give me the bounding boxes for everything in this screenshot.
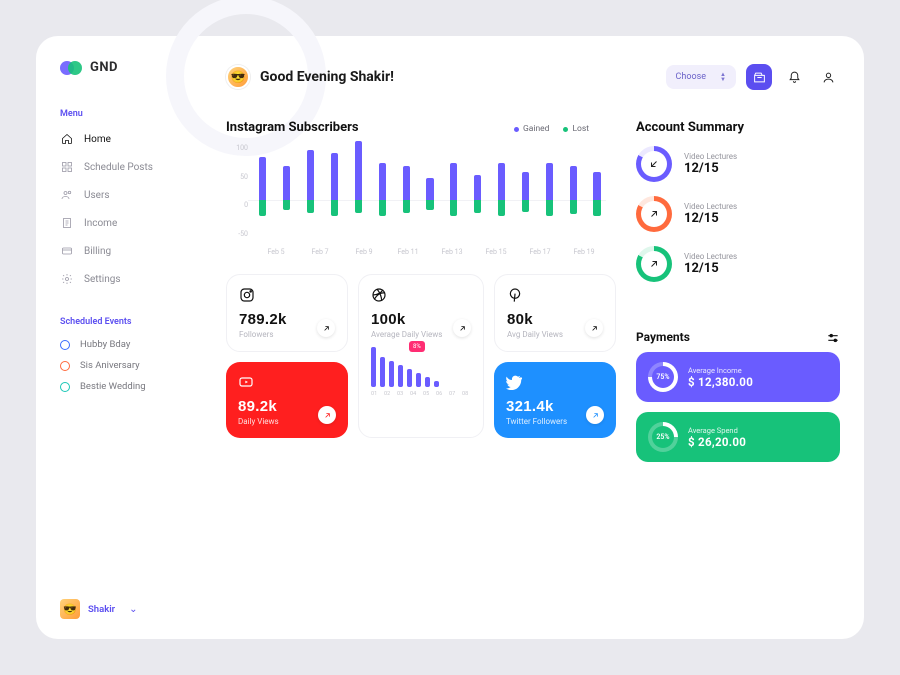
progress-ring-icon bbox=[636, 146, 672, 182]
payment-card-income[interactable]: 75% Average Income$ 12,380.00 bbox=[636, 352, 840, 402]
summary-label: Video Lectures bbox=[684, 202, 737, 211]
payment-label: Average Spend bbox=[688, 426, 746, 435]
summary-value: 12/15 bbox=[684, 161, 737, 176]
profile-name: Shakir bbox=[88, 604, 115, 615]
sidebar-item-schedule[interactable]: Schedule Posts bbox=[60, 157, 206, 177]
progress-ring-icon bbox=[636, 196, 672, 232]
summary-value: 12/15 bbox=[684, 211, 737, 226]
chart-bars bbox=[254, 144, 606, 238]
select-chevron-icon: ▲▼ bbox=[720, 72, 726, 82]
expand-icon[interactable] bbox=[453, 319, 471, 337]
event-item[interactable]: Sis Aniversary bbox=[60, 360, 206, 371]
mini-x-axis: 0102030405060708 bbox=[371, 391, 471, 397]
brand-name: GND bbox=[90, 60, 118, 75]
event-label: Bestie Wedding bbox=[80, 381, 146, 392]
nav-label: Home bbox=[84, 134, 111, 145]
payment-card-spend[interactable]: 25% Average Spend$ 26,20.00 bbox=[636, 412, 840, 462]
events-heading: Scheduled Events bbox=[60, 317, 206, 327]
profile-switcher[interactable]: 😎 Shakir ⌄ bbox=[60, 599, 138, 619]
event-label: Sis Aniversary bbox=[80, 360, 140, 371]
account-button[interactable] bbox=[816, 65, 840, 89]
subscribers-chart: 100500-50 Feb 5Feb 7Feb 9Feb 11Feb 13Feb… bbox=[226, 136, 606, 256]
sidebar-item-users[interactable]: Users bbox=[60, 185, 206, 205]
summary-label: Video Lectures bbox=[684, 152, 737, 161]
payments-cards: 75% Average Income$ 12,380.00 25% Averag… bbox=[636, 352, 840, 462]
nav-label: Users bbox=[84, 190, 110, 201]
trend-badge: 8% bbox=[409, 341, 425, 352]
expand-icon[interactable] bbox=[585, 319, 603, 337]
sidebar-item-billing[interactable]: Billing bbox=[60, 241, 206, 261]
notifications-button[interactable] bbox=[782, 65, 806, 89]
menu-heading: Menu bbox=[60, 109, 206, 119]
select-label: Choose bbox=[676, 72, 707, 82]
chart-title: Instagram Subscribers bbox=[226, 120, 359, 135]
logo-mark-icon bbox=[60, 61, 82, 75]
summary-row[interactable]: Video Lectures12/15 bbox=[636, 196, 836, 232]
payment-value: $ 26,20.00 bbox=[688, 435, 746, 449]
stat-card-youtube[interactable]: 89.2k Daily Views bbox=[226, 362, 348, 438]
brand-logo[interactable]: GND bbox=[60, 60, 206, 75]
home-icon bbox=[60, 132, 74, 146]
expand-icon[interactable] bbox=[317, 319, 335, 337]
nav-label: Settings bbox=[84, 274, 121, 285]
grid-icon bbox=[60, 160, 74, 174]
event-dot-icon bbox=[60, 340, 70, 350]
chevron-down-icon: ⌄ bbox=[129, 604, 137, 615]
pct-ring-icon: 25% bbox=[648, 422, 678, 452]
event-dot-icon bbox=[60, 361, 70, 371]
payments-title: Payments bbox=[636, 330, 690, 344]
sidebar-item-settings[interactable]: Settings bbox=[60, 269, 206, 289]
header: 😎 Good Evening Shakir! Choose ▲▼ bbox=[226, 60, 840, 94]
stat-card-pinterest[interactable]: 80k Avg Daily Views bbox=[494, 274, 616, 352]
twitter-icon bbox=[506, 374, 522, 390]
payment-label: Average Income bbox=[688, 366, 753, 375]
summary-title: Account Summary bbox=[636, 120, 744, 135]
users-icon bbox=[60, 188, 74, 202]
summary-value: 12/15 bbox=[684, 261, 737, 276]
summary-row[interactable]: Video Lectures12/15 bbox=[636, 146, 836, 182]
sidebar-item-income[interactable]: Income bbox=[60, 213, 206, 233]
compose-button[interactable] bbox=[746, 64, 772, 90]
card-icon bbox=[60, 244, 74, 258]
mini-bar-chart: 8% bbox=[371, 345, 471, 387]
account-summary: Video Lectures12/15 Video Lectures12/15 … bbox=[636, 146, 836, 282]
youtube-icon bbox=[238, 374, 254, 390]
expand-icon[interactable] bbox=[318, 406, 336, 424]
event-item[interactable]: Hubby Bday bbox=[60, 339, 206, 350]
stats-grid: 789.2k Followers 100k Average Daily View… bbox=[226, 274, 616, 438]
chart-x-axis: Feb 5Feb 7Feb 9Feb 11Feb 13Feb 15Feb 17F… bbox=[254, 248, 606, 256]
sidebar: GND Menu Home Schedule Posts Users Incom… bbox=[36, 36, 206, 639]
pct-ring-icon: 75% bbox=[648, 362, 678, 392]
event-item[interactable]: Bestie Wedding bbox=[60, 381, 206, 392]
avatar-icon[interactable]: 😎 bbox=[226, 65, 250, 89]
progress-ring-icon bbox=[636, 246, 672, 282]
avatar-sm-icon: 😎 bbox=[60, 599, 80, 619]
filter-select[interactable]: Choose ▲▼ bbox=[666, 65, 736, 89]
pinterest-icon bbox=[507, 287, 523, 303]
stat-card-dribbble[interactable]: 100k Average Daily Views 8% 010203040506… bbox=[358, 274, 484, 438]
greeting-text: Good Evening Shakir! bbox=[260, 69, 394, 85]
stat-card-instagram[interactable]: 789.2k Followers bbox=[226, 274, 348, 352]
chart-y-axis: 100500-50 bbox=[226, 144, 248, 238]
nav-label: Billing bbox=[84, 246, 111, 257]
instagram-icon bbox=[239, 287, 255, 303]
nav-label: Income bbox=[84, 218, 117, 229]
dribbble-icon bbox=[371, 287, 387, 303]
summary-row[interactable]: Video Lectures12/15 bbox=[636, 246, 836, 282]
nav-label: Schedule Posts bbox=[84, 162, 153, 173]
event-dot-icon bbox=[60, 382, 70, 392]
summary-label: Video Lectures bbox=[684, 252, 737, 261]
expand-icon[interactable] bbox=[586, 406, 604, 424]
filter-sliders-button[interactable] bbox=[826, 330, 840, 349]
stat-card-twitter[interactable]: 321.4k Twitter Followers bbox=[494, 362, 616, 438]
gear-icon bbox=[60, 272, 74, 286]
chart-legend: Gained Lost bbox=[514, 124, 589, 134]
sidebar-item-home[interactable]: Home bbox=[60, 129, 206, 149]
receipt-icon bbox=[60, 216, 74, 230]
payment-value: $ 12,380.00 bbox=[688, 375, 753, 389]
event-label: Hubby Bday bbox=[80, 339, 130, 350]
